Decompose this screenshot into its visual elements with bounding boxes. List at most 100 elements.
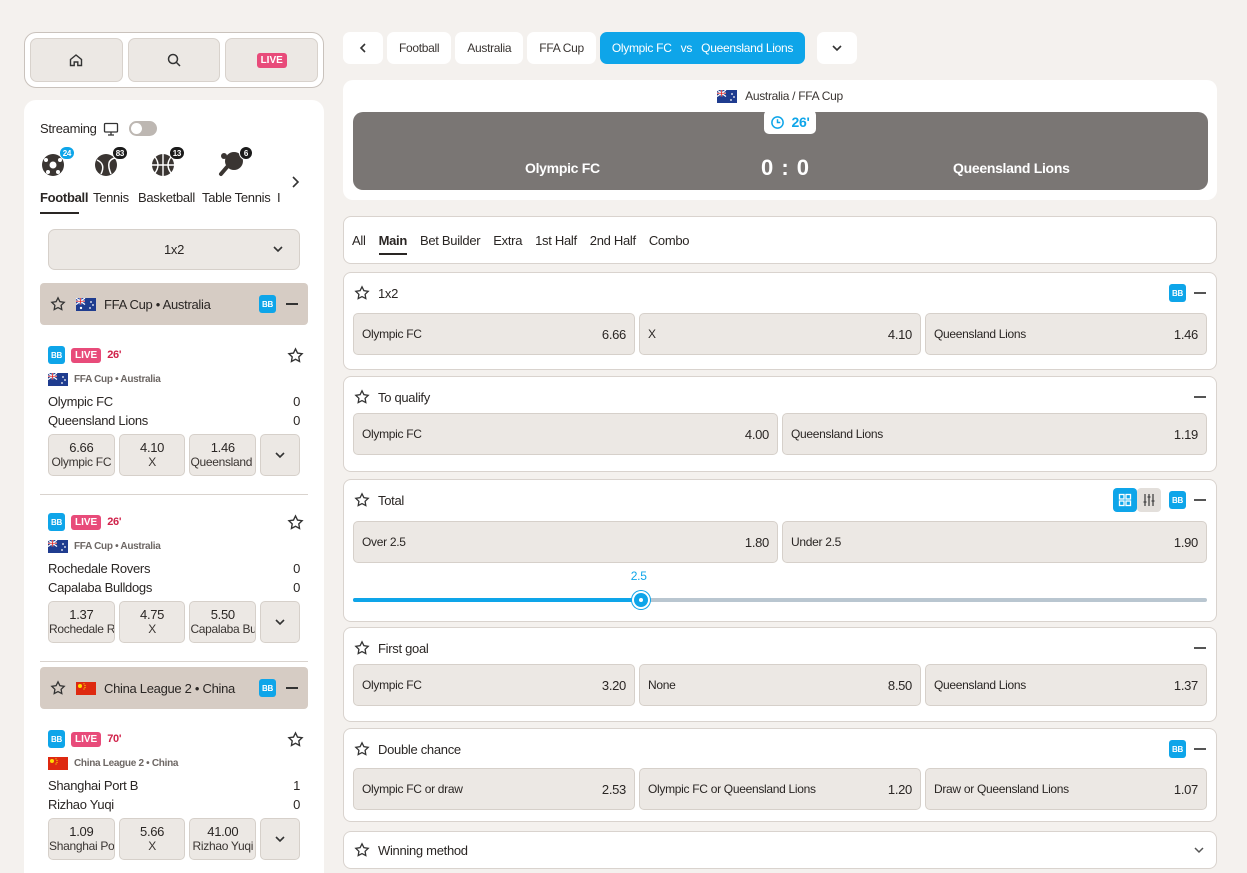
star-icon[interactable] bbox=[287, 347, 304, 364]
breadcrumb-australia[interactable]: Australia bbox=[455, 32, 524, 64]
league-name: FFA Cup • Australia bbox=[104, 296, 211, 312]
star-icon[interactable] bbox=[354, 741, 370, 757]
collapse-icon[interactable] bbox=[1194, 396, 1206, 398]
tab-all[interactable]: All bbox=[352, 216, 366, 264]
odd-button-away[interactable]: 5.50Capalaba Bulldogs bbox=[189, 601, 257, 643]
collapse-icon[interactable] bbox=[1194, 292, 1206, 294]
tab-bet-builder[interactable]: Bet Builder bbox=[420, 216, 481, 264]
selection-button[interactable]: None 8.50 bbox=[639, 664, 921, 706]
collapse-icon[interactable] bbox=[286, 687, 298, 689]
total-line-slider[interactable]: 2.5 bbox=[353, 569, 1207, 609]
sport-tennis[interactable]: 83 Tennis bbox=[93, 146, 129, 205]
selection-button[interactable]: X 4.10 bbox=[639, 313, 921, 355]
chevron-down-icon[interactable] bbox=[1192, 843, 1206, 857]
match-card[interactable]: BB LIVE 26' FFA Cup • Australia Rochedal… bbox=[48, 513, 304, 643]
star-icon[interactable] bbox=[354, 492, 370, 508]
selection-button[interactable]: Olympic FC 3.20 bbox=[353, 664, 635, 706]
active-sport-indicator bbox=[40, 212, 79, 214]
star-icon[interactable] bbox=[354, 285, 370, 301]
odd-button-away[interactable]: 1.46Queensland Lions bbox=[189, 434, 257, 476]
selection-button[interactable]: Queensland Lions 1.19 bbox=[782, 413, 1207, 455]
more-markets-button[interactable] bbox=[260, 434, 300, 476]
breadcrumb-current-match[interactable]: Olympic FC vs Queensland Lions bbox=[599, 32, 806, 64]
tab-2nd-half[interactable]: 2nd Half bbox=[590, 216, 636, 264]
selection-button[interactable]: Olympic FC 6.66 bbox=[353, 313, 635, 355]
odd-value: 4.75 bbox=[140, 607, 165, 622]
sport-label: Tennis bbox=[93, 190, 129, 205]
selection-name: Olympic FC bbox=[362, 427, 422, 441]
chevron-right-icon[interactable] bbox=[290, 175, 300, 189]
sport-table-tennis[interactable]: 6 Table Tennis bbox=[202, 146, 271, 205]
scoreboard-league-name: Australia / FFA Cup bbox=[745, 89, 843, 103]
league-name: China League 2 • China bbox=[104, 680, 235, 696]
market-type-select[interactable]: 1x2 bbox=[48, 229, 300, 270]
live-button[interactable]: LIVE bbox=[225, 38, 319, 82]
selection-button[interactable]: Olympic FC or Queensland Lions 1.20 bbox=[639, 768, 921, 810]
league-header-ffa-cup[interactable]: FFA Cup • Australia BB bbox=[40, 283, 308, 325]
top-nav: LIVE bbox=[24, 32, 324, 88]
home-button[interactable] bbox=[30, 38, 123, 82]
star-icon[interactable] bbox=[50, 296, 66, 312]
odd-value: 5.50 bbox=[210, 607, 235, 622]
breadcrumb-football[interactable]: Football bbox=[387, 32, 452, 64]
star-icon[interactable] bbox=[354, 389, 370, 405]
more-markets-button[interactable] bbox=[260, 601, 300, 643]
slider-view-button[interactable] bbox=[1137, 488, 1161, 512]
star-icon[interactable] bbox=[287, 514, 304, 531]
selection-button[interactable]: Under 2.5 1.90 bbox=[782, 521, 1207, 563]
breadcrumb-dropdown-button[interactable] bbox=[817, 32, 858, 64]
away-score: 0 bbox=[293, 413, 300, 428]
match-league: China League 2 • China bbox=[74, 758, 179, 769]
odd-label: Rochedale Rovers bbox=[49, 622, 115, 636]
league-header-china-league-2[interactable]: China League 2 • China BB bbox=[40, 667, 308, 709]
odd-button-home[interactable]: 6.66 Olympic FC bbox=[48, 434, 115, 476]
odd-button-draw[interactable]: 4.75 X bbox=[118, 601, 186, 643]
streaming-toggle[interactable] bbox=[128, 121, 157, 136]
selection-button[interactable]: Olympic FC or draw 2.53 bbox=[353, 768, 635, 810]
breadcrumb-ffa-cup[interactable]: FFA Cup bbox=[527, 32, 596, 64]
divider bbox=[40, 494, 308, 495]
odd-button-home[interactable]: 1.09Shanghai Port B bbox=[48, 818, 115, 860]
market-winning-method[interactable]: Winning method bbox=[343, 831, 1217, 869]
odd-button-home[interactable]: 1.37Rochedale Rovers bbox=[48, 601, 115, 643]
odd-button-away[interactable]: 41.00 Rizhao Yuqi bbox=[189, 818, 257, 860]
sliders-icon bbox=[1143, 494, 1155, 506]
more-markets-button[interactable] bbox=[260, 818, 300, 860]
live-badge: LIVE bbox=[71, 347, 102, 363]
odd-value: 5.66 bbox=[140, 824, 165, 839]
match-card[interactable]: BB LIVE 70' China League 2 • China Shang… bbox=[48, 730, 304, 860]
sport-more[interactable]: I bbox=[277, 148, 307, 205]
collapse-icon[interactable] bbox=[1194, 647, 1206, 649]
sport-football[interactable]: 24 Football bbox=[40, 146, 88, 205]
tab-extra[interactable]: Extra bbox=[493, 216, 522, 264]
collapse-icon[interactable] bbox=[1194, 499, 1206, 501]
live-badge: LIVE bbox=[256, 52, 287, 68]
star-icon[interactable] bbox=[287, 731, 304, 748]
live-badge: LIVE bbox=[71, 514, 102, 530]
selection-button[interactable]: Queensland Lions 1.37 bbox=[925, 664, 1207, 706]
home-team: Shanghai Port B bbox=[48, 778, 139, 793]
selection-button[interactable]: Over 2.5 1.80 bbox=[353, 521, 778, 563]
china-flag-icon bbox=[48, 757, 68, 770]
slider-handle[interactable] bbox=[631, 591, 650, 609]
sport-basketball[interactable]: 13 Basketball bbox=[138, 146, 195, 205]
selection-button[interactable]: Draw or Queensland Lions 1.07 bbox=[925, 768, 1207, 810]
search-button[interactable] bbox=[127, 38, 221, 82]
odd-button-draw[interactable]: 4.10 X bbox=[118, 434, 186, 476]
tab-main[interactable]: Main bbox=[378, 216, 408, 264]
collapse-icon[interactable] bbox=[286, 303, 298, 305]
star-icon[interactable] bbox=[50, 680, 66, 696]
selection-button[interactable]: Olympic FC 4.00 bbox=[353, 413, 778, 455]
australia-flag-icon bbox=[48, 373, 68, 386]
selection-button[interactable]: Queensland Lions 1.46 bbox=[925, 313, 1207, 355]
collapse-icon[interactable] bbox=[1194, 748, 1206, 750]
star-icon[interactable] bbox=[354, 842, 370, 858]
back-button[interactable] bbox=[343, 32, 383, 64]
grid-view-button[interactable] bbox=[1113, 488, 1137, 512]
star-icon[interactable] bbox=[354, 640, 370, 656]
tab-combo[interactable]: Combo bbox=[649, 216, 690, 264]
match-card[interactable]: BB LIVE 26' FFA Cup • Australia Olympic … bbox=[48, 346, 304, 476]
tab-1st-half[interactable]: 1st Half bbox=[535, 216, 577, 264]
odd-button-draw[interactable]: 5.66 X bbox=[118, 818, 186, 860]
bet-builder-badge: BB bbox=[48, 346, 65, 364]
